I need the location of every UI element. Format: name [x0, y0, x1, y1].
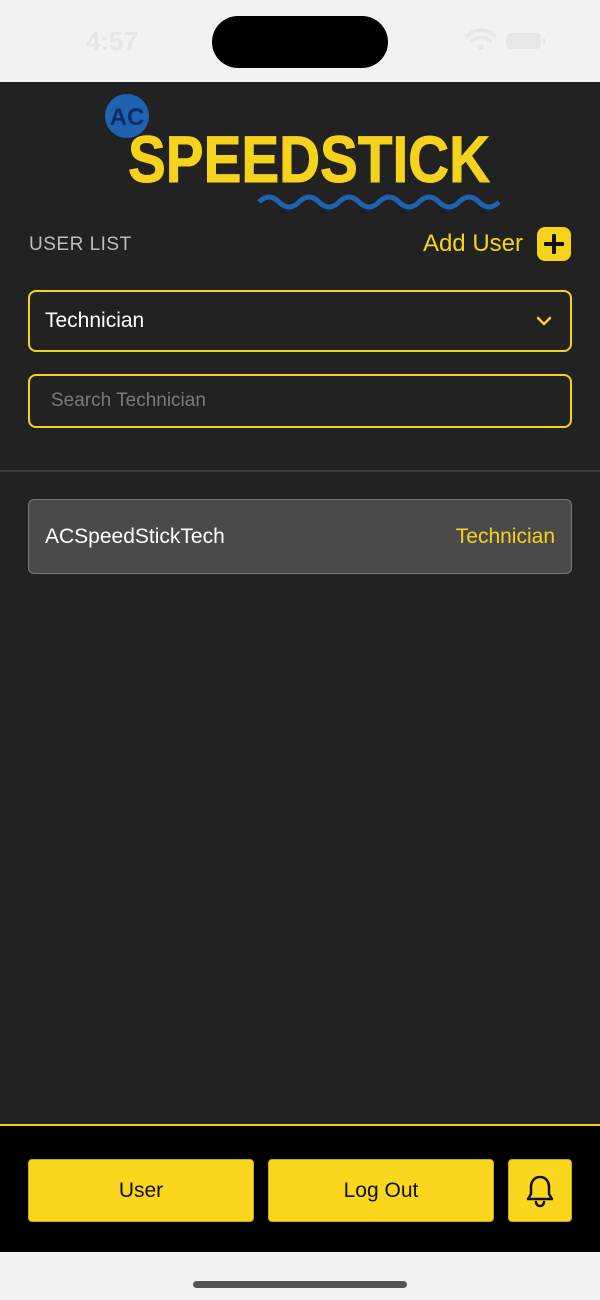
plus-icon[interactable] — [537, 227, 571, 261]
bell-icon — [526, 1175, 554, 1207]
divider — [0, 470, 600, 472]
status-bar: 4:57 — [0, 0, 600, 82]
app-screen: AC SPEEDSTICK USER LIST Add User Technic… — [0, 82, 600, 1124]
home-indicator[interactable] — [193, 1281, 407, 1288]
user-name: ACSpeedStickTech — [45, 524, 225, 548]
user-list-item[interactable]: ACSpeedStickTech Technician — [28, 499, 572, 574]
role-dropdown-value: Technician — [45, 309, 145, 332]
home-area — [0, 1252, 600, 1300]
add-user-button[interactable]: Add User — [423, 227, 571, 261]
role-dropdown[interactable]: Technician — [28, 290, 572, 352]
battery-icon — [506, 33, 545, 49]
user-list-label: USER LIST — [29, 234, 132, 255]
bottom-action-bar: User Log Out — [0, 1124, 600, 1252]
logout-button[interactable]: Log Out — [268, 1159, 494, 1222]
dynamic-island — [212, 16, 388, 68]
speedstick-logo: AC SPEEDSTICK — [105, 94, 500, 210]
svg-text:SPEEDSTICK: SPEEDSTICK — [128, 122, 490, 196]
search-field[interactable] — [28, 374, 572, 428]
wifi-icon — [465, 28, 497, 50]
chevron-down-icon — [536, 316, 552, 326]
add-user-label: Add User — [422, 230, 523, 257]
search-input[interactable] — [51, 390, 549, 412]
user-role: Technician — [455, 524, 555, 548]
user-button[interactable]: User — [28, 1159, 254, 1222]
status-time: 4:57 — [86, 26, 139, 56]
notifications-button[interactable] — [508, 1159, 572, 1222]
